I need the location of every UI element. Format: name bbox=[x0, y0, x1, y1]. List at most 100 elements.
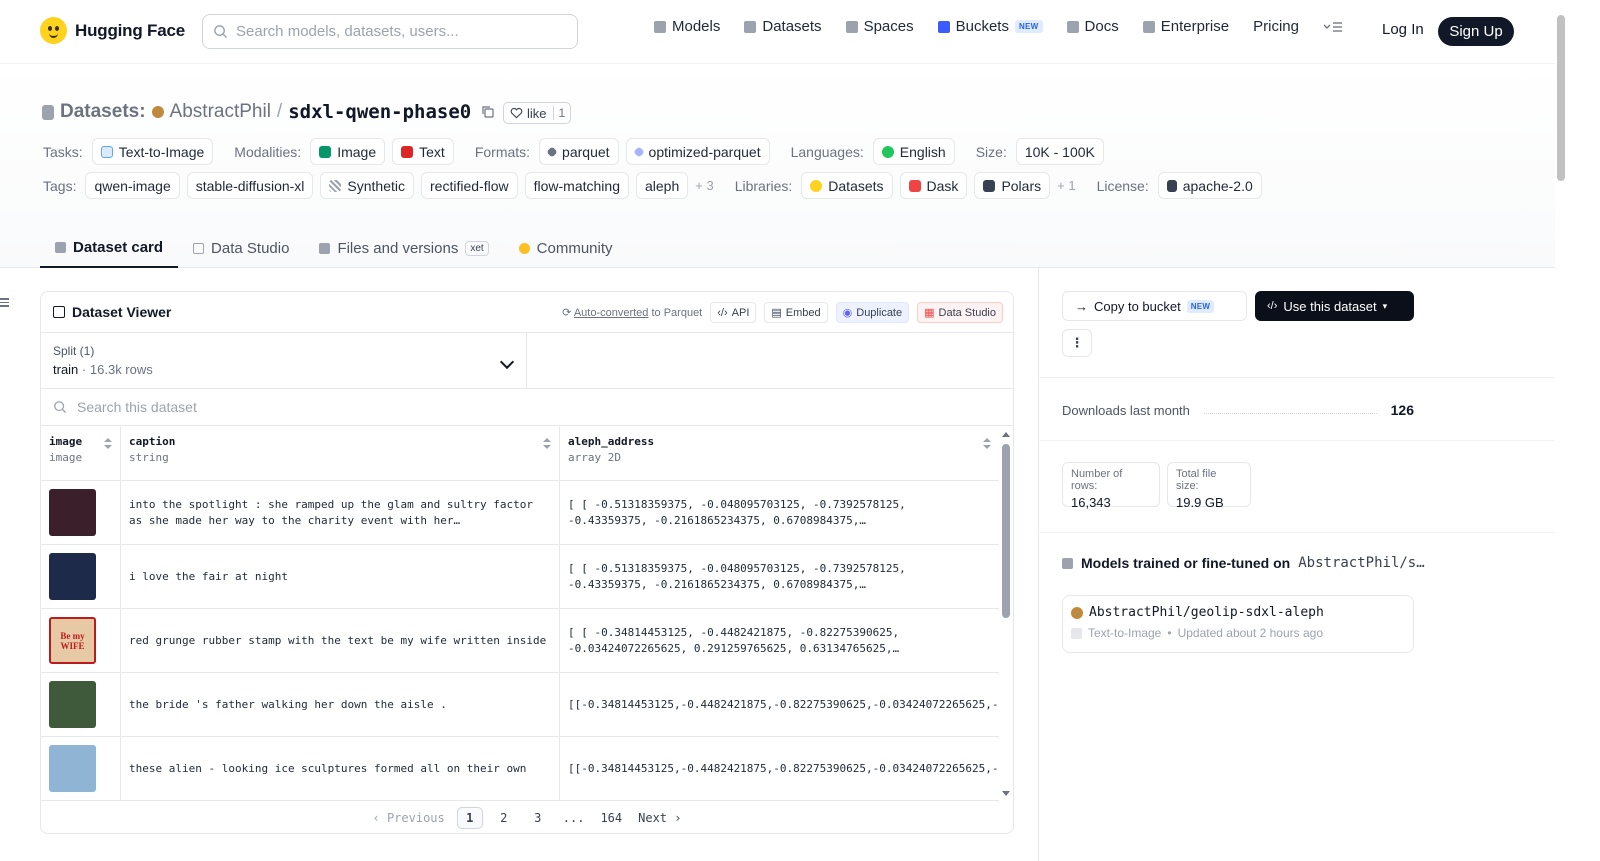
split-dropdown[interactable]: Split (1) train · 16.3k rows bbox=[41, 333, 527, 388]
license-chip[interactable]: apache-2.0 bbox=[1157, 172, 1262, 199]
more-options-button[interactable]: ⋮ bbox=[1062, 329, 1092, 357]
nav-docs[interactable]: Docs bbox=[1066, 18, 1119, 35]
modality-chip-text[interactable]: Text bbox=[392, 138, 454, 165]
repo-owner-link[interactable]: AbstractPhil bbox=[170, 101, 271, 123]
caption-cell[interactable]: i love the fair at night bbox=[121, 545, 560, 608]
model-card[interactable]: AbstractPhil/geolip-sdxl-aleph Text-to-I… bbox=[1062, 595, 1414, 653]
libraries-more-link[interactable]: + 1 bbox=[1057, 178, 1075, 193]
aleph-address-cell[interactable]: [[-0.34814453125,-0.4482421875,-0.822753… bbox=[560, 737, 999, 800]
image-cell[interactable] bbox=[41, 737, 121, 800]
image-cell[interactable]: Be my WIFE bbox=[41, 609, 121, 672]
copy-to-bucket-button[interactable]: → Copy to bucket NEW bbox=[1062, 291, 1247, 321]
caption-cell[interactable]: into the spotlight : she ramped up the g… bbox=[121, 481, 560, 544]
sort-icon[interactable] bbox=[104, 438, 112, 449]
sidebar-toggle-icon[interactable] bbox=[0, 298, 9, 308]
nav-buckets[interactable]: Buckets NEW bbox=[937, 18, 1043, 35]
page-button[interactable]: 2 bbox=[491, 807, 517, 829]
table-row[interactable]: Be my WIFE red grunge rubber stamp with t… bbox=[41, 609, 999, 673]
like-button[interactable]: like 1 bbox=[503, 102, 572, 124]
page-button[interactable]: 3 bbox=[525, 807, 551, 829]
next-page-button[interactable]: Next › bbox=[634, 807, 685, 829]
previous-page-button[interactable]: ‹ Previous bbox=[369, 807, 449, 829]
sort-icon[interactable] bbox=[983, 438, 991, 449]
copy-icon[interactable] bbox=[481, 105, 495, 119]
table-row[interactable]: into the spotlight : she ramped up the g… bbox=[41, 481, 999, 545]
embed-button[interactable]: ▤ Embed bbox=[764, 302, 828, 323]
row-image[interactable] bbox=[49, 681, 96, 728]
library-chip-polars[interactable]: Polars bbox=[974, 172, 1051, 199]
data-studio-button[interactable]: ▦ Data Studio bbox=[917, 302, 1003, 323]
sort-icon[interactable] bbox=[543, 438, 551, 449]
row-image[interactable] bbox=[49, 553, 96, 600]
dataset-table: image image caption string aleph_address ar… bbox=[41, 427, 999, 801]
page-scrollbar[interactable] bbox=[1555, 0, 1568, 861]
tag-chip-synthetic[interactable]: Synthetic bbox=[320, 172, 415, 199]
duplicate-button[interactable]: ◉ Duplicate bbox=[835, 302, 910, 323]
format-chip-optimized-parquet[interactable]: optimized-parquet bbox=[625, 138, 770, 165]
tag-chip[interactable]: rectified-flow bbox=[421, 172, 518, 199]
column-header-aleph-address[interactable]: aleph_address array 2D bbox=[560, 427, 999, 480]
library-chip-dask[interactable]: Dask bbox=[899, 172, 968, 199]
image-cell[interactable] bbox=[41, 481, 121, 544]
image-cell[interactable] bbox=[41, 673, 121, 736]
nav-datasets[interactable]: Datasets bbox=[744, 18, 822, 35]
nav-pricing[interactable]: Pricing bbox=[1253, 18, 1299, 35]
page-button[interactable]: 1 bbox=[456, 807, 483, 829]
task-chip[interactable]: Text-to-Image bbox=[91, 138, 214, 165]
repo-name[interactable]: sdxl-qwen-phase0 bbox=[288, 101, 471, 123]
scroll-thumb[interactable] bbox=[1002, 444, 1010, 618]
column-header-caption[interactable]: caption string bbox=[121, 427, 560, 480]
aleph-address-cell[interactable]: [ [ -0.51318359375, -0.048095703125, -0.… bbox=[560, 545, 999, 608]
tab-files-and-versions[interactable]: Files and versions xet bbox=[304, 228, 503, 268]
search-input[interactable] bbox=[236, 23, 556, 40]
scroll-up-icon[interactable] bbox=[1002, 432, 1010, 437]
row-image[interactable]: Be my WIFE bbox=[49, 617, 96, 664]
image-cell[interactable] bbox=[41, 545, 121, 608]
tag-chip[interactable]: aleph bbox=[635, 172, 689, 199]
nav-spaces[interactable]: Spaces bbox=[845, 18, 914, 35]
row-image[interactable] bbox=[49, 745, 96, 792]
dataset-search-input[interactable] bbox=[77, 399, 677, 415]
language-chip[interactable]: English bbox=[872, 138, 955, 165]
table-row[interactable]: the bride 's father walking her down the… bbox=[41, 673, 999, 737]
column-header-image[interactable]: image image bbox=[41, 427, 121, 480]
page-button[interactable]: 164 bbox=[596, 807, 626, 829]
nav-enterprise[interactable]: Enterprise bbox=[1142, 18, 1229, 35]
tab-data-studio[interactable]: Data Studio bbox=[178, 228, 304, 268]
signup-button[interactable]: Sign Up bbox=[1438, 17, 1514, 46]
table-row[interactable]: i love the fair at night [ [ -0.513183593… bbox=[41, 545, 999, 609]
caption-cell[interactable]: the bride 's father walking her down the… bbox=[121, 673, 560, 736]
table-row[interactable]: these alien - looking ice sculptures for… bbox=[41, 737, 999, 801]
api-button[interactable]: ‹/› API bbox=[710, 302, 757, 323]
scroll-down-icon[interactable] bbox=[1002, 791, 1010, 796]
nav-more-menu[interactable] bbox=[1323, 21, 1343, 33]
library-chip-datasets[interactable]: Datasets bbox=[801, 172, 893, 199]
brand-name: Hugging Face bbox=[75, 20, 185, 40]
caption-cell[interactable]: these alien - looking ice sculptures for… bbox=[121, 737, 560, 800]
caption-cell[interactable]: red grunge rubber stamp with the text be… bbox=[121, 609, 560, 672]
modality-chip-image[interactable]: Image bbox=[310, 138, 386, 165]
auto-converted-link[interactable]: Auto-converted bbox=[574, 307, 649, 319]
book-icon bbox=[1066, 20, 1079, 33]
size-chip[interactable]: 10K - 100K bbox=[1015, 138, 1104, 165]
dataset-search[interactable] bbox=[41, 389, 1013, 426]
table-icon: ▦ bbox=[924, 307, 935, 319]
aleph-address-cell[interactable]: [[-0.34814453125,-0.4482421875,-0.822753… bbox=[560, 673, 999, 736]
aleph-address-cell[interactable]: [ [ -0.34814453125, -0.4482421875, -0.82… bbox=[560, 609, 999, 672]
page-scroll-thumb[interactable] bbox=[1557, 15, 1565, 181]
brand-logo[interactable]: Hugging Face bbox=[40, 17, 185, 44]
global-search[interactable] bbox=[202, 14, 578, 49]
tags-more-link[interactable]: + 3 bbox=[695, 178, 713, 193]
tab-community[interactable]: Community bbox=[504, 228, 628, 268]
login-link[interactable]: Log In bbox=[1382, 21, 1424, 38]
row-image[interactable] bbox=[49, 489, 96, 536]
tag-chip[interactable]: flow-matching bbox=[524, 172, 629, 199]
use-this-dataset-button[interactable]: ‹/› Use this dataset ▾ bbox=[1255, 291, 1414, 321]
nav-models[interactable]: Models bbox=[654, 18, 720, 35]
tab-dataset-card[interactable]: Dataset card bbox=[40, 228, 179, 268]
tag-chip[interactable]: qwen-image bbox=[85, 172, 180, 199]
format-chip-parquet[interactable]: parquet bbox=[539, 138, 619, 165]
aleph-address-cell[interactable]: [ [ -0.51318359375, -0.048095703125, -0.… bbox=[560, 481, 999, 544]
tag-chip[interactable]: stable-diffusion-xl bbox=[186, 172, 314, 199]
table-scrollbar[interactable] bbox=[1001, 432, 1011, 796]
